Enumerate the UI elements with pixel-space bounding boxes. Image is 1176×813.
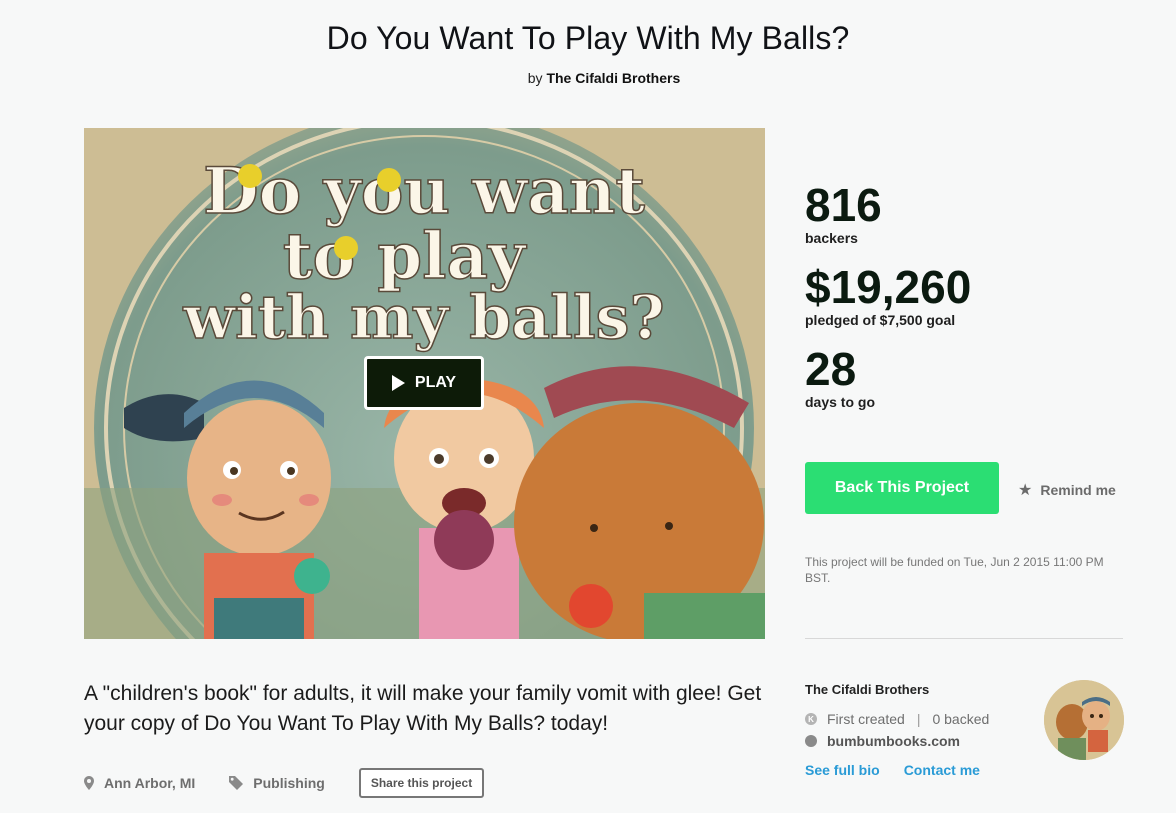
- backers-count: 816: [805, 179, 882, 231]
- project-title: Do You Want To Play With My Balls?: [326, 20, 850, 56]
- location-pin-icon: [84, 776, 94, 790]
- play-video-button[interactable]: PLAY: [364, 356, 484, 410]
- cover-title-line-3: with my balls?: [182, 283, 664, 353]
- backers-label: backers: [805, 230, 858, 246]
- stat-pledged: $19,260 pledged of $7,500 goal: [805, 260, 1135, 328]
- globe-icon: [805, 735, 817, 747]
- location-link[interactable]: Ann Arbor, MI: [84, 775, 195, 791]
- back-this-project-button[interactable]: Back This Project: [805, 462, 999, 514]
- remind-label: Remind me: [1040, 482, 1116, 498]
- play-label: PLAY: [414, 374, 457, 391]
- stat-backers: 816 backers: [805, 178, 1135, 246]
- first-created-label: First created: [827, 711, 905, 727]
- pledged-amount: $19,260: [805, 261, 972, 313]
- star-icon: ★: [1018, 482, 1033, 499]
- divider: [805, 638, 1123, 639]
- location-label: Ann Arbor, MI: [104, 775, 196, 791]
- creator-website-row: bumbumbooks.com: [805, 733, 1045, 749]
- funding-deadline-note: This project will be funded on Tue, Jun …: [805, 555, 1104, 585]
- share-project-button[interactable]: Share this project: [358, 768, 485, 798]
- creator-card: The Cifaldi Brothers K First created | 0…: [805, 682, 1045, 778]
- play-icon: [391, 375, 405, 391]
- contact-me-link[interactable]: Contact me: [904, 762, 980, 778]
- byline-prefix: by: [527, 70, 543, 86]
- tag-icon: [229, 776, 244, 790]
- remind-me-button[interactable]: ★ Remind me: [1018, 480, 1116, 500]
- category-label: Publishing: [253, 775, 325, 791]
- byline-creator-link[interactable]: The Cifaldi Brothers: [546, 70, 680, 86]
- project-video[interactable]: Do you want to play with my balls? PLAY: [84, 128, 765, 639]
- creator-history: K First created | 0 backed: [805, 711, 1045, 727]
- kickstarter-icon: K: [805, 713, 817, 725]
- creator-website-link[interactable]: bumbumbooks.com: [827, 733, 960, 749]
- project-blurb: A "children's book" for adults, it will …: [84, 682, 762, 735]
- avatar[interactable]: [1044, 680, 1124, 760]
- see-full-bio-link[interactable]: See full bio: [805, 762, 880, 778]
- byline: by The Cifaldi Brothers: [0, 70, 1176, 86]
- cover-title-line-1: Do you want: [203, 154, 645, 229]
- backed-count: 0 backed: [932, 711, 990, 727]
- avatar-image: [1044, 680, 1124, 760]
- pledged-label: pledged of $7,500 goal: [805, 312, 956, 328]
- separator: |: [916, 711, 921, 727]
- project-meta: Ann Arbor, MI Publishing Share this proj…: [84, 768, 485, 798]
- funding-stats: 816 backers $19,260 pledged of $7,500 go…: [805, 178, 1135, 424]
- creator-name[interactable]: The Cifaldi Brothers: [805, 682, 1045, 697]
- creator-links: See full bio Contact me: [805, 762, 1045, 778]
- days-label: days to go: [805, 394, 876, 410]
- stat-days: 28 days to go: [805, 342, 1135, 410]
- category-link[interactable]: Publishing: [229, 775, 325, 791]
- days-count: 28: [805, 343, 857, 395]
